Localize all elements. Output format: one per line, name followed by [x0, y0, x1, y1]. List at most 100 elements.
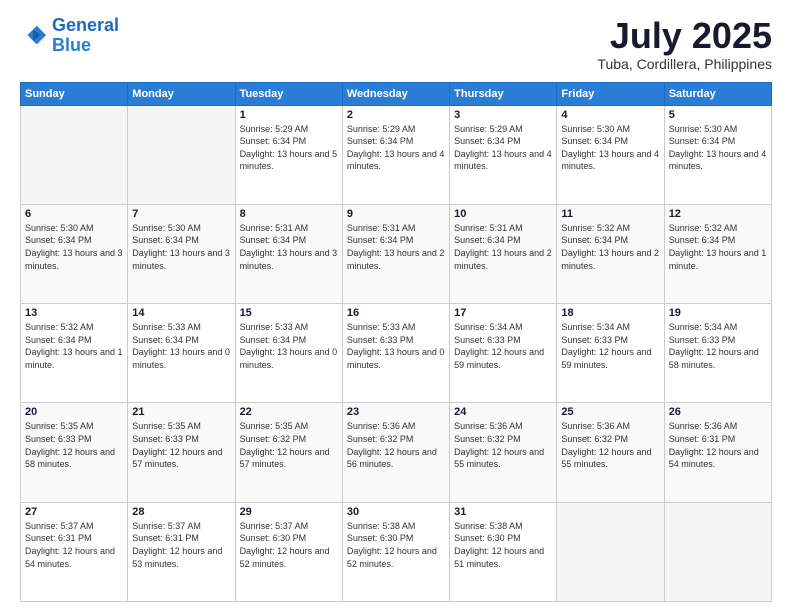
day-number: 7: [132, 208, 230, 220]
calendar-cell: 16 Sunrise: 5:33 AMSunset: 6:33 PMDayligh…: [342, 304, 449, 403]
day-number: 15: [240, 307, 338, 319]
day-number: 19: [669, 307, 767, 319]
day-info: Sunrise: 5:31 AMSunset: 6:34 PMDaylight:…: [454, 222, 552, 272]
day-number: 11: [561, 208, 659, 220]
calendar-week-row: 27 Sunrise: 5:37 AMSunset: 6:31 PMDayligh…: [21, 502, 772, 601]
calendar-header-row: SundayMondayTuesdayWednesdayThursdayFrid…: [21, 82, 772, 105]
calendar-cell: [128, 105, 235, 204]
day-number: 27: [25, 506, 123, 518]
day-info: Sunrise: 5:35 AMSunset: 6:33 PMDaylight:…: [25, 420, 123, 470]
day-info: Sunrise: 5:32 AMSunset: 6:34 PMDaylight:…: [561, 222, 659, 272]
weekday-header: Friday: [557, 82, 664, 105]
weekday-header: Wednesday: [342, 82, 449, 105]
day-number: 23: [347, 406, 445, 418]
day-info: Sunrise: 5:35 AMSunset: 6:33 PMDaylight:…: [132, 420, 230, 470]
logo: General Blue: [20, 16, 119, 56]
day-info: Sunrise: 5:29 AMSunset: 6:34 PMDaylight:…: [240, 123, 338, 173]
logo-icon: [20, 22, 48, 50]
calendar-cell: 13Sunrise: 5:32 AMSunset: 6:34 PMDayligh…: [21, 304, 128, 403]
calendar-cell: 12 Sunrise: 5:32 AMSunset: 6:34 PMDayligh…: [664, 204, 771, 303]
logo-line2: Blue: [52, 35, 91, 55]
calendar-cell: [664, 502, 771, 601]
day-info: Sunrise: 5:30 AMSunset: 6:34 PMDaylight:…: [25, 222, 123, 272]
day-info: Sunrise: 5:37 AMSunset: 6:31 PMDaylight:…: [25, 520, 123, 570]
calendar-cell: 8Sunrise: 5:31 AMSunset: 6:34 PMDaylight…: [235, 204, 342, 303]
day-number: 18: [561, 307, 659, 319]
day-info: Sunrise: 5:36 AMSunset: 6:32 PMDaylight:…: [561, 420, 659, 470]
day-info: Sunrise: 5:32 AMSunset: 6:34 PMDaylight:…: [25, 321, 123, 371]
day-number: 9: [347, 208, 445, 220]
day-number: 1: [240, 109, 338, 121]
month-title: July 2025: [597, 16, 772, 56]
day-number: 20: [25, 406, 123, 418]
calendar-week-row: 1 Sunrise: 5:29 AMSunset: 6:34 PMDaylight…: [21, 105, 772, 204]
day-number: 10: [454, 208, 552, 220]
calendar-cell: 17Sunrise: 5:34 AMSunset: 6:33 PMDayligh…: [450, 304, 557, 403]
day-info: Sunrise: 5:36 AMSunset: 6:31 PMDaylight:…: [669, 420, 767, 470]
page: General Blue July 2025 Tuba, Cordillera,…: [0, 0, 792, 612]
calendar-cell: 29 Sunrise: 5:37 AMSunset: 6:30 PMDayligh…: [235, 502, 342, 601]
day-number: 31: [454, 506, 552, 518]
day-number: 3: [454, 109, 552, 121]
day-info: Sunrise: 5:38 AMSunset: 6:30 PMDaylight:…: [347, 520, 445, 570]
calendar-cell: 27 Sunrise: 5:37 AMSunset: 6:31 PMDayligh…: [21, 502, 128, 601]
calendar-cell: 24Sunrise: 5:36 AMSunset: 6:32 PMDayligh…: [450, 403, 557, 502]
calendar-cell: 22Sunrise: 5:35 AMSunset: 6:32 PMDayligh…: [235, 403, 342, 502]
day-info: Sunrise: 5:34 AMSunset: 6:33 PMDaylight:…: [454, 321, 552, 371]
day-number: 29: [240, 506, 338, 518]
calendar-cell: 20 Sunrise: 5:35 AMSunset: 6:33 PMDayligh…: [21, 403, 128, 502]
calendar-cell: 23 Sunrise: 5:36 AMSunset: 6:32 PMDayligh…: [342, 403, 449, 502]
calendar-week-row: 6 Sunrise: 5:30 AMSunset: 6:34 PMDaylight…: [21, 204, 772, 303]
calendar-cell: 2 Sunrise: 5:29 AMSunset: 6:34 PMDaylight…: [342, 105, 449, 204]
day-info: Sunrise: 5:31 AMSunset: 6:34 PMDaylight:…: [347, 222, 445, 272]
day-info: Sunrise: 5:30 AMSunset: 6:34 PMDaylight:…: [669, 123, 767, 173]
day-number: 6: [25, 208, 123, 220]
day-number: 22: [240, 406, 338, 418]
day-info: Sunrise: 5:33 AMSunset: 6:34 PMDaylight:…: [132, 321, 230, 371]
calendar-cell: [21, 105, 128, 204]
day-number: 30: [347, 506, 445, 518]
day-info: Sunrise: 5:34 AMSunset: 6:33 PMDaylight:…: [561, 321, 659, 371]
calendar-cell: 30 Sunrise: 5:38 AMSunset: 6:30 PMDayligh…: [342, 502, 449, 601]
calendar-cell: 31 Sunrise: 5:38 AMSunset: 6:30 PMDayligh…: [450, 502, 557, 601]
calendar-table: SundayMondayTuesdayWednesdayThursdayFrid…: [20, 82, 772, 602]
calendar-cell: 26Sunrise: 5:36 AMSunset: 6:31 PMDayligh…: [664, 403, 771, 502]
calendar-cell: 14 Sunrise: 5:33 AMSunset: 6:34 PMDayligh…: [128, 304, 235, 403]
day-info: Sunrise: 5:33 AMSunset: 6:33 PMDaylight:…: [347, 321, 445, 371]
location-title: Tuba, Cordillera, Philippines: [597, 56, 772, 72]
title-block: July 2025 Tuba, Cordillera, Philippines: [597, 16, 772, 72]
day-info: Sunrise: 5:32 AMSunset: 6:34 PMDaylight:…: [669, 222, 767, 272]
day-info: Sunrise: 5:30 AMSunset: 6:34 PMDaylight:…: [132, 222, 230, 272]
day-info: Sunrise: 5:29 AMSunset: 6:34 PMDaylight:…: [454, 123, 552, 173]
day-info: Sunrise: 5:36 AMSunset: 6:32 PMDaylight:…: [347, 420, 445, 470]
calendar-cell: 6 Sunrise: 5:30 AMSunset: 6:34 PMDaylight…: [21, 204, 128, 303]
calendar-cell: 9 Sunrise: 5:31 AMSunset: 6:34 PMDaylight…: [342, 204, 449, 303]
calendar-week-row: 20 Sunrise: 5:35 AMSunset: 6:33 PMDayligh…: [21, 403, 772, 502]
weekday-header: Saturday: [664, 82, 771, 105]
day-info: Sunrise: 5:38 AMSunset: 6:30 PMDaylight:…: [454, 520, 552, 570]
calendar-cell: 5Sunrise: 5:30 AMSunset: 6:34 PMDaylight…: [664, 105, 771, 204]
day-number: 24: [454, 406, 552, 418]
day-number: 12: [669, 208, 767, 220]
calendar-cell: 19Sunrise: 5:34 AMSunset: 6:33 PMDayligh…: [664, 304, 771, 403]
weekday-header: Monday: [128, 82, 235, 105]
day-info: Sunrise: 5:29 AMSunset: 6:34 PMDaylight:…: [347, 123, 445, 173]
day-number: 4: [561, 109, 659, 121]
calendar-cell: 4Sunrise: 5:30 AMSunset: 6:34 PMDaylight…: [557, 105, 664, 204]
calendar-cell: 28 Sunrise: 5:37 AMSunset: 6:31 PMDayligh…: [128, 502, 235, 601]
calendar-cell: 3 Sunrise: 5:29 AMSunset: 6:34 PMDaylight…: [450, 105, 557, 204]
day-info: Sunrise: 5:37 AMSunset: 6:31 PMDaylight:…: [132, 520, 230, 570]
day-number: 14: [132, 307, 230, 319]
day-number: 21: [132, 406, 230, 418]
calendar-cell: 25Sunrise: 5:36 AMSunset: 6:32 PMDayligh…: [557, 403, 664, 502]
header: General Blue July 2025 Tuba, Cordillera,…: [20, 16, 772, 72]
day-info: Sunrise: 5:37 AMSunset: 6:30 PMDaylight:…: [240, 520, 338, 570]
weekday-header: Sunday: [21, 82, 128, 105]
calendar-cell: 21 Sunrise: 5:35 AMSunset: 6:33 PMDayligh…: [128, 403, 235, 502]
calendar-cell: 7 Sunrise: 5:30 AMSunset: 6:34 PMDaylight…: [128, 204, 235, 303]
calendar-cell: [557, 502, 664, 601]
day-number: 8: [240, 208, 338, 220]
day-number: 2: [347, 109, 445, 121]
day-number: 28: [132, 506, 230, 518]
day-number: 16: [347, 307, 445, 319]
